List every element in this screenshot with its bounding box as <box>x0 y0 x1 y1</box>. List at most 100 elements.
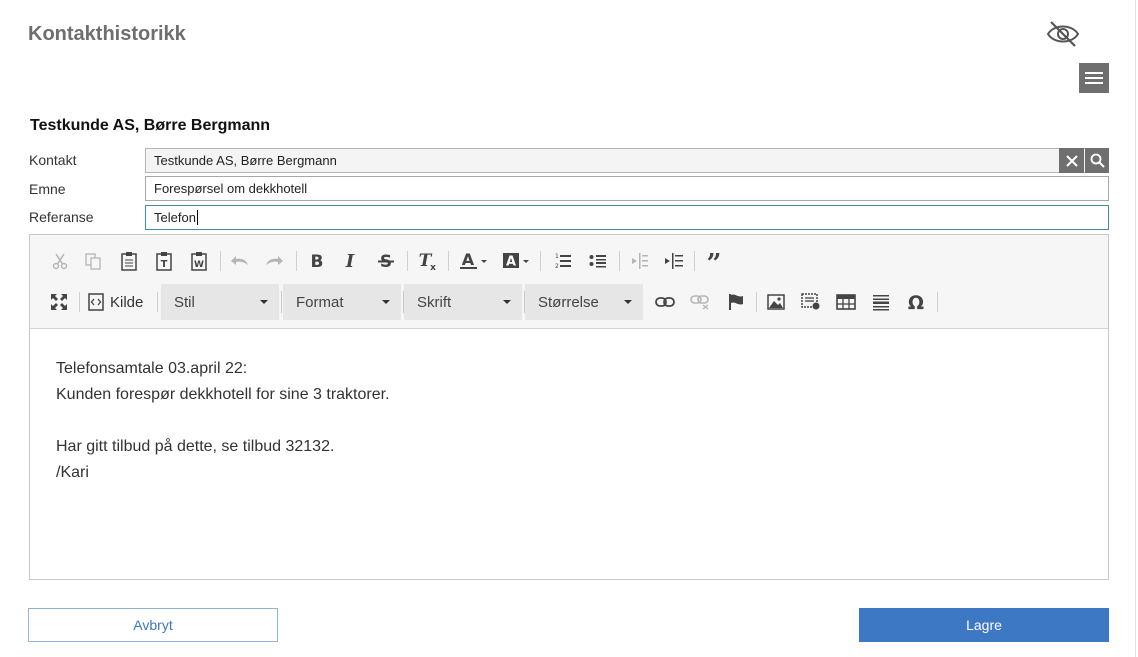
unlink-button[interactable] <box>686 288 714 316</box>
size-dropdown[interactable]: Størrelse <box>525 284 643 320</box>
toolbar-separator <box>694 251 695 271</box>
chevron-down-icon <box>503 300 511 304</box>
remove-format-icon: T x <box>419 251 436 271</box>
horizontal-rule-button[interactable] <box>867 288 895 316</box>
contact-value: Testkunde AS, Børre Bergmann <box>154 153 337 168</box>
blockquote-icon: ” <box>707 253 722 269</box>
hamburger-menu-icon <box>1085 72 1103 84</box>
strikethrough-button[interactable]: S <box>372 247 400 275</box>
svg-text:I: I <box>345 252 355 270</box>
numbered-list-icon: 1 2 <box>555 253 571 270</box>
italic-button[interactable]: I <box>336 247 364 275</box>
page-title: Kontakthistorikk <box>28 23 186 45</box>
close-icon <box>1065 154 1078 167</box>
toolbar-separator <box>448 251 449 271</box>
numbered-list-button[interactable]: 1 2 <box>549 247 577 275</box>
paste-text-button[interactable]: T <box>150 247 178 275</box>
svg-text:W: W <box>194 260 204 270</box>
background-color-button[interactable]: A <box>500 247 534 275</box>
maximize-button[interactable] <box>45 288 73 316</box>
redo-icon <box>266 256 283 265</box>
svg-text:B: B <box>311 252 324 270</box>
bullet-list-icon <box>589 255 606 268</box>
size-dropdown-label: Størrelse <box>538 293 599 311</box>
svg-text:”: ” <box>707 253 722 269</box>
search-icon <box>1090 153 1105 168</box>
toolbar-separator <box>296 251 297 271</box>
source-icon <box>88 293 104 311</box>
editor-content[interactable]: Telefonsamtale 03.april 22: Kunden fores… <box>56 356 390 486</box>
outdent-button[interactable] <box>625 247 653 275</box>
remove-format-button[interactable]: T x <box>414 247 442 275</box>
anchor-button[interactable] <box>722 288 750 316</box>
blockquote-button[interactable]: ” <box>700 247 728 275</box>
customer-heading: Testkunde AS, Børre Bergmann <box>30 117 271 134</box>
image-button[interactable] <box>762 288 790 316</box>
toolbar-separator <box>937 292 938 312</box>
rich-text-editor[interactable]: T W B I S T x A A 1 2 ” Kilde Stil Forma… <box>29 234 1109 580</box>
paste-word-icon: W <box>191 252 207 271</box>
toolbar-separator <box>79 292 80 312</box>
reference-input[interactable]: Telefon <box>145 205 1109 230</box>
paste-text-icon: T <box>156 252 172 271</box>
content-line: Telefonsamtale 03.april 22: <box>56 360 248 377</box>
scissors-icon <box>52 253 68 270</box>
eye-off-icon <box>1046 21 1080 47</box>
format-dropdown[interactable]: Format <box>283 284 401 320</box>
redo-button[interactable] <box>260 247 288 275</box>
style-dropdown[interactable]: Stil <box>161 284 279 320</box>
strikethrough-icon: S <box>378 252 394 270</box>
cut-button[interactable] <box>46 247 74 275</box>
subject-label: Emne <box>29 181 66 197</box>
hide-toggle-button[interactable] <box>1042 17 1084 51</box>
toolbar-separator <box>756 292 757 312</box>
toolbar-separator <box>619 251 620 271</box>
toolbar-separator <box>281 291 282 313</box>
bullet-list-button[interactable] <box>584 247 612 275</box>
background-color-icon: A <box>503 253 529 270</box>
link-icon <box>655 297 675 307</box>
table-button[interactable] <box>832 288 860 316</box>
menu-button[interactable] <box>1079 63 1109 93</box>
horizontal-rule-icon <box>873 295 889 311</box>
format-dropdown-label: Format <box>296 293 344 311</box>
source-button[interactable]: Kilde <box>88 288 150 316</box>
special-character-button[interactable]: Ω <box>902 288 930 316</box>
copy-icon <box>85 253 101 270</box>
image-icon <box>767 294 785 310</box>
clipboard-icon <box>121 252 137 271</box>
text-color-icon: A <box>460 251 487 269</box>
subject-value: Forespørsel om dekkhotell <box>154 181 308 196</box>
source-label: Kilde <box>110 293 144 311</box>
paste-button[interactable] <box>115 247 143 275</box>
chevron-down-icon <box>382 300 390 304</box>
bold-button[interactable]: B <box>303 247 331 275</box>
omega-icon: Ω <box>908 293 924 311</box>
font-dropdown[interactable]: Skrift <box>404 284 522 320</box>
reference-label: Referanse <box>29 209 94 225</box>
subject-input[interactable]: Forespørsel om dekkhotell <box>145 176 1109 201</box>
maximize-icon <box>51 294 67 310</box>
content-line <box>56 408 390 434</box>
link-button[interactable] <box>651 288 679 316</box>
copy-button[interactable] <box>79 247 107 275</box>
embed-icon <box>801 293 820 310</box>
indent-button[interactable] <box>660 247 688 275</box>
contact-field[interactable]: Testkunde AS, Børre Bergmann <box>145 148 1109 173</box>
cancel-button[interactable]: Avbryt <box>28 608 278 642</box>
svg-text:T: T <box>161 259 168 270</box>
toolbar-separator <box>220 251 221 271</box>
paste-word-button[interactable]: W <box>185 247 213 275</box>
embed-button[interactable] <box>797 288 825 316</box>
text-color-button[interactable]: A <box>457 247 491 275</box>
save-button[interactable]: Lagre <box>859 608 1109 642</box>
undo-button[interactable] <box>226 247 254 275</box>
editor-toolbar: T W B I S T x A A 1 2 ” Kilde Stil Forma… <box>30 235 1108 329</box>
bold-icon: B <box>311 252 324 270</box>
clear-contact-button[interactable] <box>1059 148 1084 173</box>
search-contact-button[interactable] <box>1085 148 1109 173</box>
flag-icon <box>729 294 743 310</box>
svg-text:A: A <box>462 251 475 269</box>
toolbar-separator <box>407 251 408 271</box>
content-line: Har gitt tilbud på dette, se tilbud 3213… <box>56 438 335 455</box>
